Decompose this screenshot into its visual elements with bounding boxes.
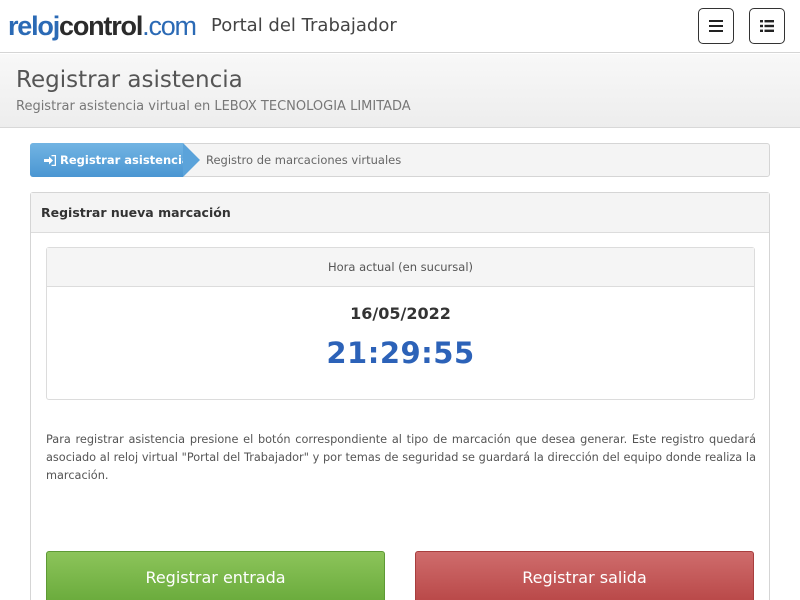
app-logo[interactable]: relojcontrol.com bbox=[8, 10, 197, 42]
register-exit-button[interactable]: Registrar salida bbox=[415, 551, 754, 600]
panel-title: Registrar nueva marcación bbox=[31, 193, 769, 233]
sign-in-icon bbox=[44, 154, 56, 166]
current-date: 16/05/2022 bbox=[350, 304, 451, 323]
top-navbar: relojcontrol.com Portal del Trabajador bbox=[0, 0, 800, 53]
logo-text-control: control bbox=[59, 11, 143, 41]
tab-registro-marcaciones[interactable]: Registro de marcaciones virtuales bbox=[206, 144, 401, 176]
menu-icon bbox=[709, 17, 723, 36]
page-header: Registrar asistencia Registrar asistenci… bbox=[0, 54, 800, 128]
new-marking-panel: Registrar nueva marcación Hora actual (e… bbox=[30, 192, 770, 600]
current-time: 21:29:55 bbox=[326, 336, 475, 370]
tab-registrar-asistencia-label: Registrar asistencia bbox=[60, 153, 190, 167]
page-subtitle: Registrar asistencia virtual en LEBOX TE… bbox=[16, 99, 411, 114]
tab-registrar-asistencia[interactable]: Registrar asistencia bbox=[30, 143, 190, 177]
info-text: Para registrar asistencia presione el bo… bbox=[46, 433, 756, 482]
logo-text-com: .com bbox=[142, 11, 197, 41]
menu-toggle-button[interactable] bbox=[698, 8, 734, 44]
wizard-breadcrumb: Registrar asistencia Registro de marcaci… bbox=[30, 143, 770, 177]
clock-box: Hora actual (en sucursal) 16/05/2022 21:… bbox=[46, 247, 755, 400]
register-entry-button[interactable]: Registrar entrada bbox=[46, 551, 385, 600]
breadcrumb-arrow bbox=[183, 143, 200, 177]
portal-title: Portal del Trabajador bbox=[211, 15, 397, 36]
list-toggle-button[interactable] bbox=[749, 8, 785, 44]
clock-heading: Hora actual (en sucursal) bbox=[47, 248, 754, 287]
list-icon bbox=[760, 17, 774, 36]
logo-text-reloj: reloj bbox=[8, 11, 60, 41]
page-title: Registrar asistencia bbox=[16, 67, 243, 93]
